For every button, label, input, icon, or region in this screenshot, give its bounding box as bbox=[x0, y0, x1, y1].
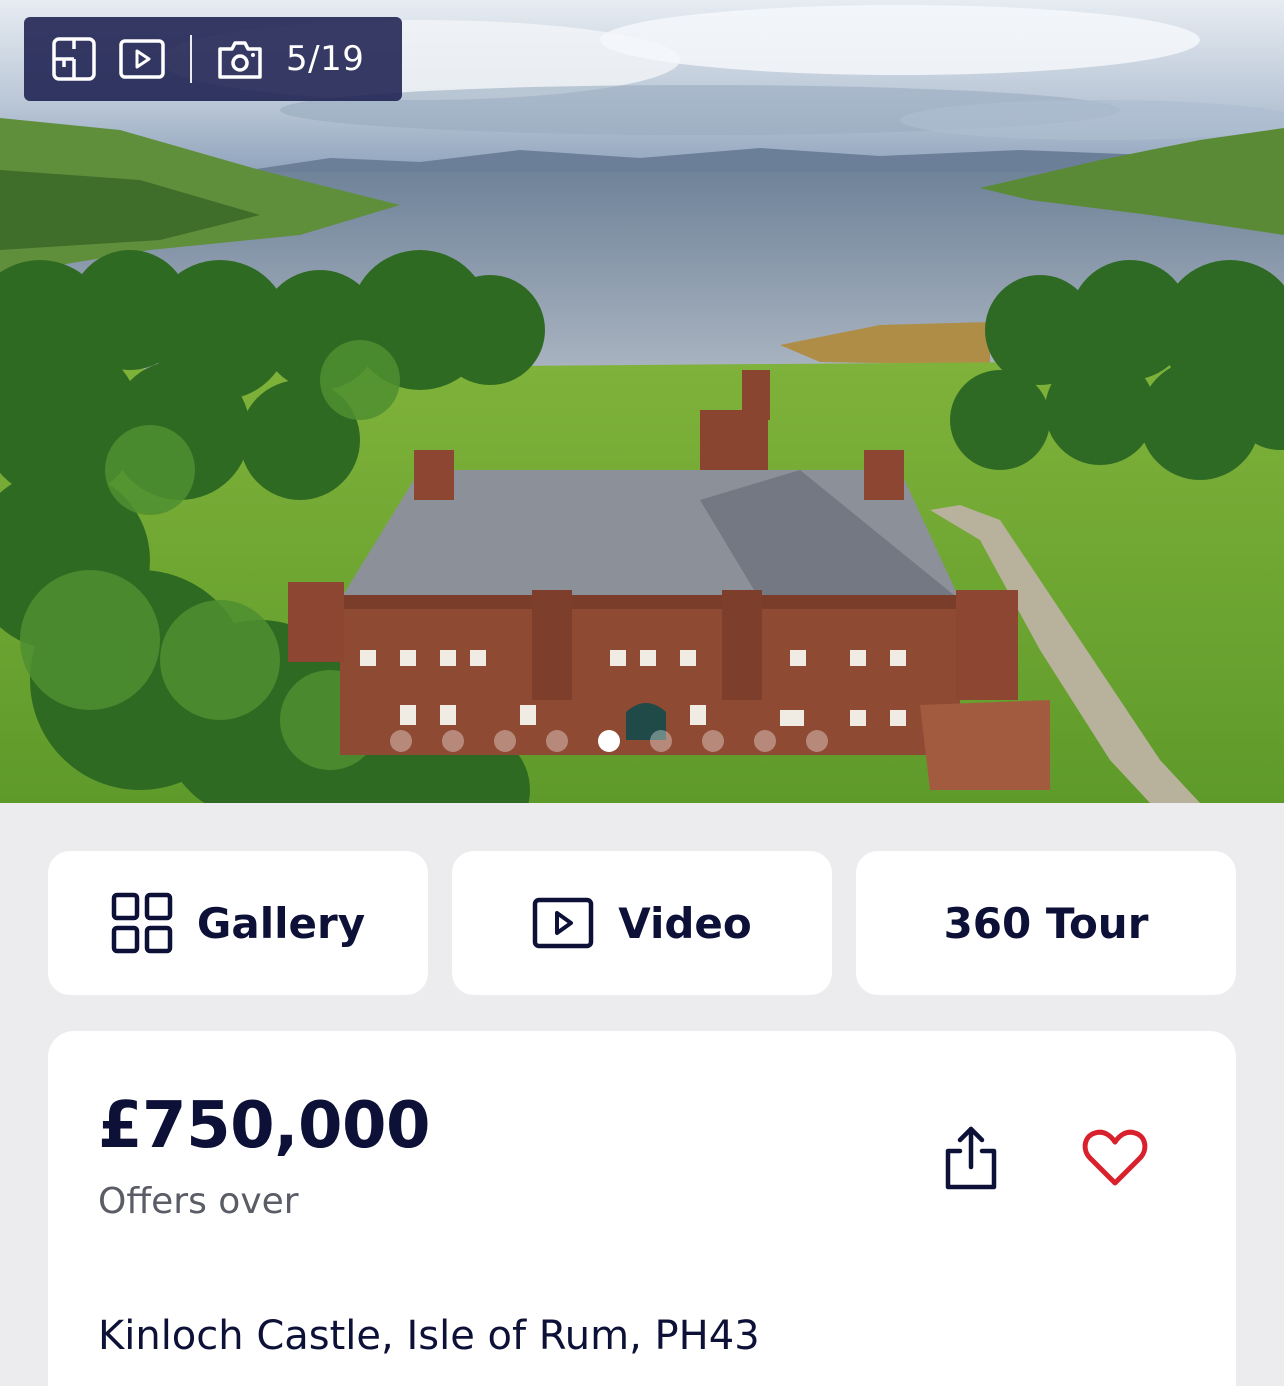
heart-icon[interactable] bbox=[1080, 1123, 1150, 1193]
photo-counter: 5/19 bbox=[286, 39, 365, 79]
media-toolbar: 5/19 bbox=[24, 17, 402, 101]
video-button-label: Video bbox=[618, 898, 752, 948]
carousel-dot[interactable] bbox=[442, 730, 464, 752]
360-tour-button[interactable]: 360 Tour bbox=[856, 851, 1236, 995]
360-tour-button-label: 360 Tour bbox=[943, 898, 1149, 948]
listing-price: £750,000 bbox=[98, 1089, 431, 1163]
gallery-grid-icon bbox=[111, 892, 173, 954]
carousel-dot[interactable] bbox=[702, 730, 724, 752]
carousel-dot[interactable] bbox=[754, 730, 776, 752]
carousel-dot[interactable] bbox=[650, 730, 672, 752]
property-address: Kinloch Castle, Isle of Rum, PH43 bbox=[98, 1313, 760, 1359]
carousel-dot[interactable] bbox=[546, 730, 568, 752]
gallery-button[interactable]: Gallery bbox=[48, 851, 428, 995]
castle-photo-image bbox=[0, 0, 1284, 803]
carousel-dot-active[interactable] bbox=[598, 730, 620, 752]
listing-summary-card: £750,000 Offers over Kinloch Castle, Isl… bbox=[48, 1031, 1236, 1386]
price-qualifier: Offers over bbox=[98, 1181, 299, 1222]
video-button[interactable]: Video bbox=[452, 851, 832, 995]
video-icon[interactable] bbox=[118, 35, 166, 83]
gallery-button-label: Gallery bbox=[196, 898, 366, 948]
share-icon[interactable] bbox=[936, 1123, 1006, 1193]
video-icon bbox=[532, 897, 594, 949]
carousel-pagination bbox=[390, 730, 828, 752]
camera-icon[interactable] bbox=[216, 35, 264, 83]
toolbar-divider bbox=[190, 35, 192, 83]
carousel-dot[interactable] bbox=[390, 730, 412, 752]
carousel-dot[interactable] bbox=[806, 730, 828, 752]
property-photo[interactable]: 5/19 bbox=[0, 0, 1284, 803]
carousel-dot[interactable] bbox=[494, 730, 516, 752]
media-actions: Gallery Video 360 Tour bbox=[48, 851, 1236, 995]
floorplan-icon[interactable] bbox=[50, 35, 98, 83]
